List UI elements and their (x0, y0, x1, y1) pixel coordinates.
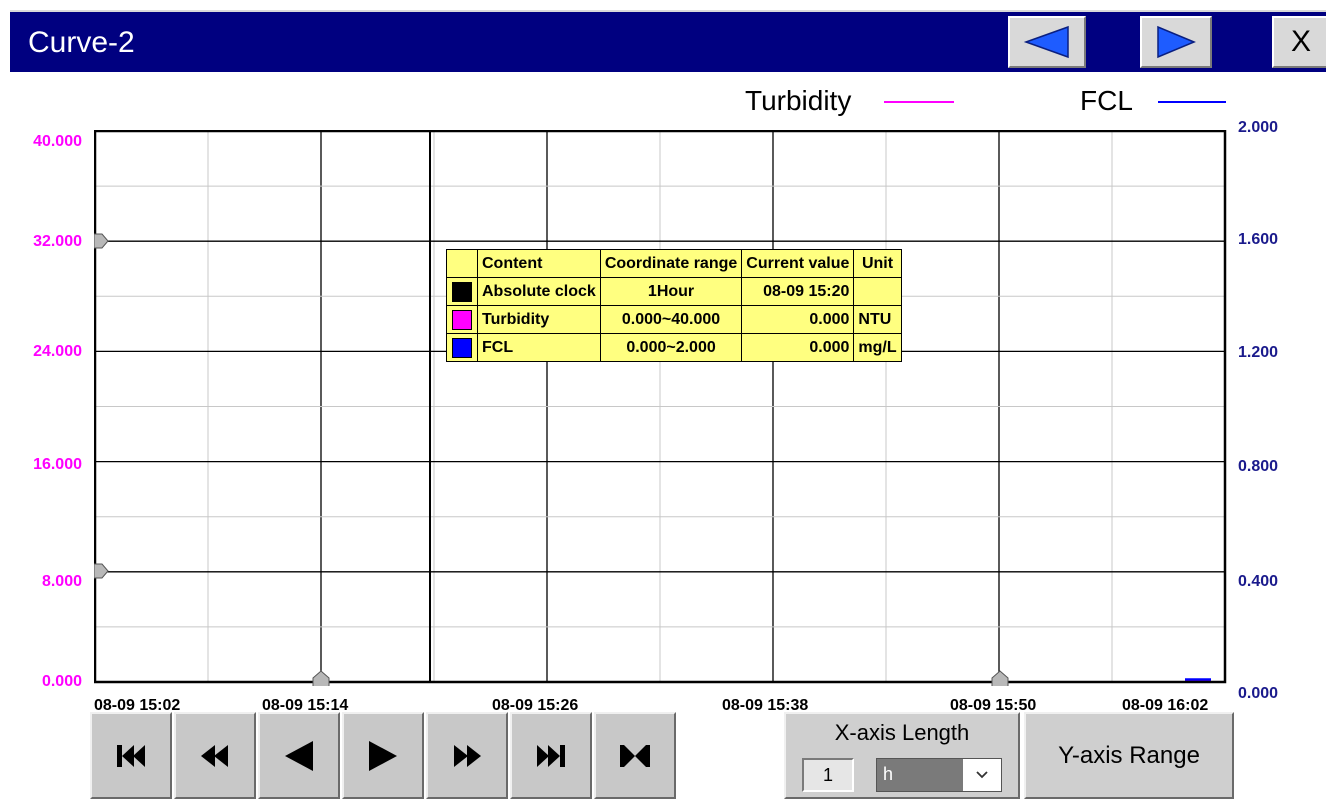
info-swatch-cell (446, 333, 478, 362)
legend-turbidity-line (884, 101, 954, 103)
fast-forward-icon (454, 744, 481, 767)
close-button[interactable]: X (1272, 16, 1326, 68)
info-range: 0.000~2.000 (599, 333, 743, 362)
step-backward-button[interactable] (258, 712, 340, 799)
info-value: 0.000 (741, 305, 855, 334)
fast-backward-button[interactable] (174, 712, 256, 799)
info-header-value: Current value (741, 249, 855, 278)
info-unit: NTU (853, 305, 902, 334)
first-page-button[interactable] (90, 712, 172, 799)
x-axis-length-input[interactable]: 1 (802, 758, 854, 792)
unit-dropdown-button[interactable] (963, 759, 1001, 791)
legend-turbidity-label: Turbidity (745, 85, 852, 116)
next-curve-button[interactable] (1140, 16, 1212, 68)
fast-forward-button[interactable] (426, 712, 508, 799)
left-marker-lower[interactable] (94, 563, 109, 579)
first-page-icon (117, 744, 145, 767)
y-right-tick: 0.000 (1238, 685, 1279, 702)
expand-range-button[interactable] (594, 712, 676, 799)
y-left-tick: 24.000 (33, 343, 82, 360)
fast-backward-icon (201, 744, 228, 767)
y-right-tick: 2.000 (1238, 119, 1279, 136)
y-right-tick: 1.200 (1238, 344, 1279, 361)
y-axis-range-button[interactable]: Y-axis Range (1024, 712, 1234, 799)
window-title: Curve-2 (28, 26, 135, 59)
info-header-blank (446, 249, 478, 278)
chevron-down-icon (976, 771, 988, 779)
info-swatch-cell (446, 277, 478, 306)
info-unit: mg/L (853, 333, 902, 362)
info-content: FCL (477, 333, 601, 362)
expand-range-icon (620, 744, 650, 767)
y-left-tick: 16.000 (33, 456, 82, 473)
y-right-tick: 0.400 (1238, 573, 1279, 590)
y-left-tick: 32.000 (33, 233, 82, 250)
y-right-tick: 1.600 (1238, 231, 1279, 248)
x-axis-unit-select[interactable]: h (876, 758, 1002, 792)
last-page-icon (537, 744, 565, 767)
info-header-content: Content (477, 249, 601, 278)
chart-grid (95, 131, 1225, 682)
info-content: Turbidity (477, 305, 601, 334)
bottom-marker-right[interactable] (991, 670, 1009, 686)
x-axis-unit-value: h (883, 764, 894, 784)
bottom-marker-left[interactable] (312, 670, 330, 686)
info-row-turbidity: Turbidity 0.000~40.000 0.000 NTU (446, 305, 902, 334)
step-forward-icon (369, 740, 397, 771)
x-axis-length-panel: X-axis Length 1 h (784, 712, 1020, 799)
prev-curve-button[interactable] (1008, 16, 1086, 68)
info-table: Content Coordinate range Current value U… (446, 249, 902, 362)
info-row-fcl: FCL 0.000~2.000 0.000 mg/L (446, 333, 902, 362)
step-forward-button[interactable] (342, 712, 424, 799)
info-header-range: Coordinate range (599, 249, 743, 278)
fcl-color-swatch (452, 337, 472, 358)
info-row-clock: Absolute clock 1Hour 08-09 15:20 (446, 277, 902, 306)
y-left-tick: 40.000 (33, 133, 82, 150)
trend-chart[interactable] (94, 130, 1230, 686)
info-swatch-cell (446, 305, 478, 334)
legend-fcl-label: FCL (1080, 85, 1133, 116)
last-page-button[interactable] (510, 712, 592, 799)
info-value: 0.000 (741, 333, 855, 362)
clock-color-swatch (452, 281, 472, 302)
x-axis-length-label: X-axis Length (834, 720, 970, 745)
triangle-right-icon (1157, 25, 1196, 59)
legend-fcl-line (1158, 101, 1226, 103)
info-range: 1Hour (599, 277, 743, 306)
info-range: 0.000~40.000 (599, 305, 743, 334)
y-right-tick: 0.800 (1238, 458, 1279, 475)
info-unit (853, 277, 902, 306)
title-bar: Curve-2 X (10, 10, 1326, 72)
y-left-tick: 0.000 (41, 673, 82, 690)
left-marker-upper[interactable] (94, 233, 109, 249)
info-header-row: Content Coordinate range Current value U… (446, 249, 902, 278)
triangle-left-icon (1023, 25, 1069, 59)
info-value: 08-09 15:20 (741, 277, 855, 306)
info-header-unit: Unit (853, 249, 902, 278)
step-backward-icon (285, 740, 313, 771)
y-left-tick: 8.000 (41, 573, 82, 590)
info-content: Absolute clock (477, 277, 601, 306)
turbidity-color-swatch (452, 309, 472, 330)
